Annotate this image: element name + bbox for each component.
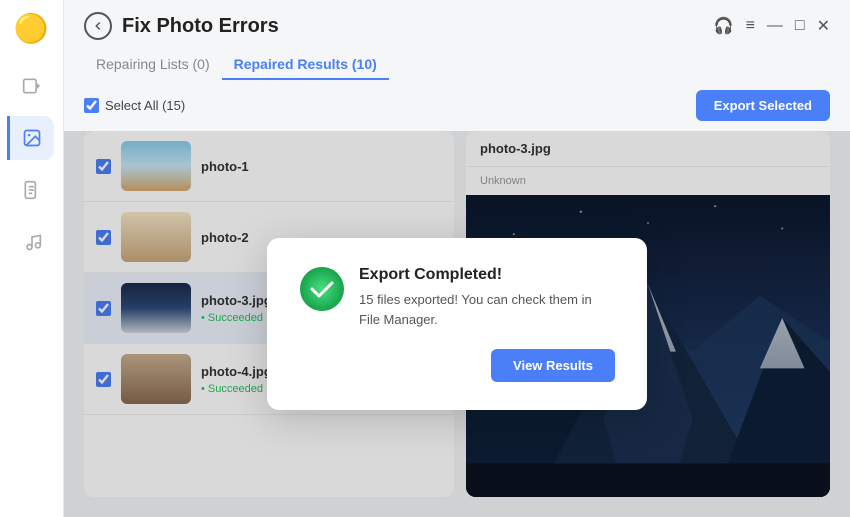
sidebar: 🟡 xyxy=(0,0,64,517)
title-bar: Fix Photo Errors 🎧 ≡ — □ ✕ xyxy=(64,0,850,40)
sidebar-item-photo[interactable] xyxy=(7,116,54,160)
main-content: Fix Photo Errors 🎧 ≡ — □ ✕ Repairing Lis… xyxy=(64,0,850,517)
sidebar-item-video[interactable] xyxy=(10,64,54,108)
tab-repaired[interactable]: Repaired Results (10) xyxy=(222,50,389,80)
tab-repairing[interactable]: Repairing Lists (0) xyxy=(84,50,222,80)
close-icon[interactable]: ✕ xyxy=(817,16,830,36)
toolbar: Select All (15) Export Selected xyxy=(64,80,850,131)
modal-description: 15 files exported! You can check them in… xyxy=(359,290,615,329)
modal-overlay: Export Completed! 15 files exported! You… xyxy=(64,131,850,517)
headphone-icon[interactable]: 🎧 xyxy=(714,16,734,36)
export-selected-button[interactable]: Export Selected xyxy=(696,90,830,121)
tab-bar: Repairing Lists (0) Repaired Results (10… xyxy=(64,40,850,80)
modal-actions: View Results xyxy=(299,349,615,382)
view-results-button[interactable]: View Results xyxy=(491,349,615,382)
minimize-icon[interactable]: — xyxy=(767,17,783,35)
menu-icon[interactable]: ≡ xyxy=(746,17,755,35)
modal-text: Export Completed! 15 files exported! You… xyxy=(359,266,615,329)
sidebar-item-doc[interactable] xyxy=(10,168,54,212)
window-controls: 🎧 ≡ — □ ✕ xyxy=(714,16,830,36)
success-icon xyxy=(299,266,345,312)
select-all-label[interactable]: Select All (15) xyxy=(84,98,185,113)
maximize-icon[interactable]: □ xyxy=(795,17,805,35)
sidebar-logo: 🟡 xyxy=(14,12,50,48)
modal-title: Export Completed! xyxy=(359,266,615,284)
sidebar-item-music[interactable] xyxy=(10,220,54,264)
select-all-checkbox[interactable] xyxy=(84,98,99,113)
modal-header: Export Completed! 15 files exported! You… xyxy=(299,266,615,329)
export-completed-modal: Export Completed! 15 files exported! You… xyxy=(267,238,647,410)
content-area: photo-1 photo-2 photo-3.jpg • Succeeded xyxy=(64,131,850,517)
page-title: Fix Photo Errors xyxy=(122,15,279,38)
back-button[interactable] xyxy=(84,12,112,40)
